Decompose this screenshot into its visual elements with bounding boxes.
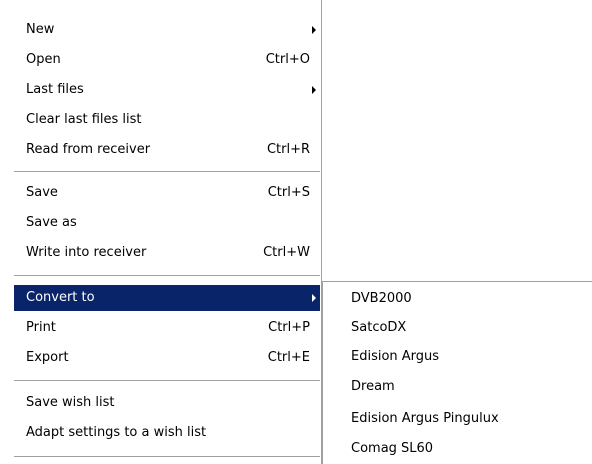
menu-item-last-files[interactable]: Last files <box>14 77 320 103</box>
submenu-item-label: SatcoDX <box>351 320 407 335</box>
submenu-item-label: DVB2000 <box>351 291 412 306</box>
submenu-item-label: Comag SL60 <box>351 441 434 456</box>
submenu-item-label: Dream <box>351 379 395 394</box>
submenu-item-label: Edision Argus Pingulux <box>351 411 499 426</box>
menu-item-export-shortcut: Ctrl+E <box>267 350 310 365</box>
submenu-arrow-icon <box>312 26 316 34</box>
menu-item-write-into-receiver-label: Write into receiver <box>26 245 147 260</box>
menu-item-print-shortcut: Ctrl+P <box>268 320 310 335</box>
menu-item-read-from-receiver-shortcut: Ctrl+R <box>266 142 310 157</box>
menu-item-open[interactable]: Open Ctrl+O <box>14 47 320 73</box>
menu-item-export[interactable]: Export Ctrl+E <box>14 345 320 371</box>
submenu-item-satcodx[interactable]: SatcoDX <box>323 314 591 342</box>
menu-item-open-shortcut: Ctrl+O <box>265 52 310 67</box>
submenu-item-edision-argus-pingulux[interactable]: Edision Argus Pingulux <box>323 405 591 433</box>
menu-item-print[interactable]: Print Ctrl+P <box>14 315 320 341</box>
menu-screen: New Open Ctrl+O Last files Clear last fi… <box>0 0 592 464</box>
menu-item-adapt-settings[interactable]: Adapt settings to a wish list <box>14 420 320 446</box>
menu-item-read-from-receiver-label: Read from receiver <box>26 142 151 157</box>
menu-item-save-shortcut: Ctrl+S <box>267 185 310 200</box>
submenu-item-dream[interactable]: Dream <box>323 373 591 401</box>
menu-item-open-label: Open <box>26 52 61 67</box>
submenu-arrow-icon <box>312 294 316 302</box>
menu-separator <box>14 171 320 173</box>
menu-item-save-wish-list[interactable]: Save wish list <box>14 390 320 416</box>
menu-item-clear-last-files-label: Clear last files list <box>26 112 142 127</box>
submenu-item-comag-sl60[interactable]: Comag SL60 <box>323 435 591 463</box>
menu-item-read-from-receiver[interactable]: Read from receiver Ctrl+R <box>14 137 320 163</box>
submenu-arrow-icon <box>312 86 316 94</box>
menu-item-save-label: Save <box>26 185 58 200</box>
submenu-item-edision-argus[interactable]: Edision Argus <box>323 343 591 371</box>
menu-item-convert-to-label: Convert to <box>26 290 95 305</box>
menu-item-export-label: Export <box>26 350 69 365</box>
menu-item-clear-last-files[interactable]: Clear last files list <box>14 107 320 133</box>
menu-separator <box>14 456 320 458</box>
convert-to-submenu: DVB2000 SatcoDX Edision Argus Dream Edis… <box>322 281 592 464</box>
file-menu: New Open Ctrl+O Last files Clear last fi… <box>0 0 322 464</box>
menu-item-convert-to[interactable]: Convert to <box>14 285 320 311</box>
menu-separator <box>14 275 320 277</box>
menu-item-save-as[interactable]: Save as <box>14 210 320 236</box>
menu-item-write-into-receiver[interactable]: Write into receiver Ctrl+W <box>14 240 320 266</box>
menu-item-new[interactable]: New <box>14 17 320 43</box>
menu-item-last-files-label: Last files <box>26 82 84 97</box>
menu-separator <box>14 380 320 382</box>
submenu-item-label: Edision Argus <box>351 349 440 364</box>
submenu-item-dvb2000[interactable]: DVB2000 <box>323 285 591 313</box>
menu-item-write-into-receiver-shortcut: Ctrl+W <box>263 245 310 260</box>
menu-item-new-label: New <box>26 22 55 37</box>
menu-item-adapt-settings-label: Adapt settings to a wish list <box>26 425 207 440</box>
menu-item-save-wish-list-label: Save wish list <box>26 395 115 410</box>
menu-item-save[interactable]: Save Ctrl+S <box>14 180 320 206</box>
menu-item-save-as-label: Save as <box>26 215 77 230</box>
menu-item-print-label: Print <box>26 320 56 335</box>
